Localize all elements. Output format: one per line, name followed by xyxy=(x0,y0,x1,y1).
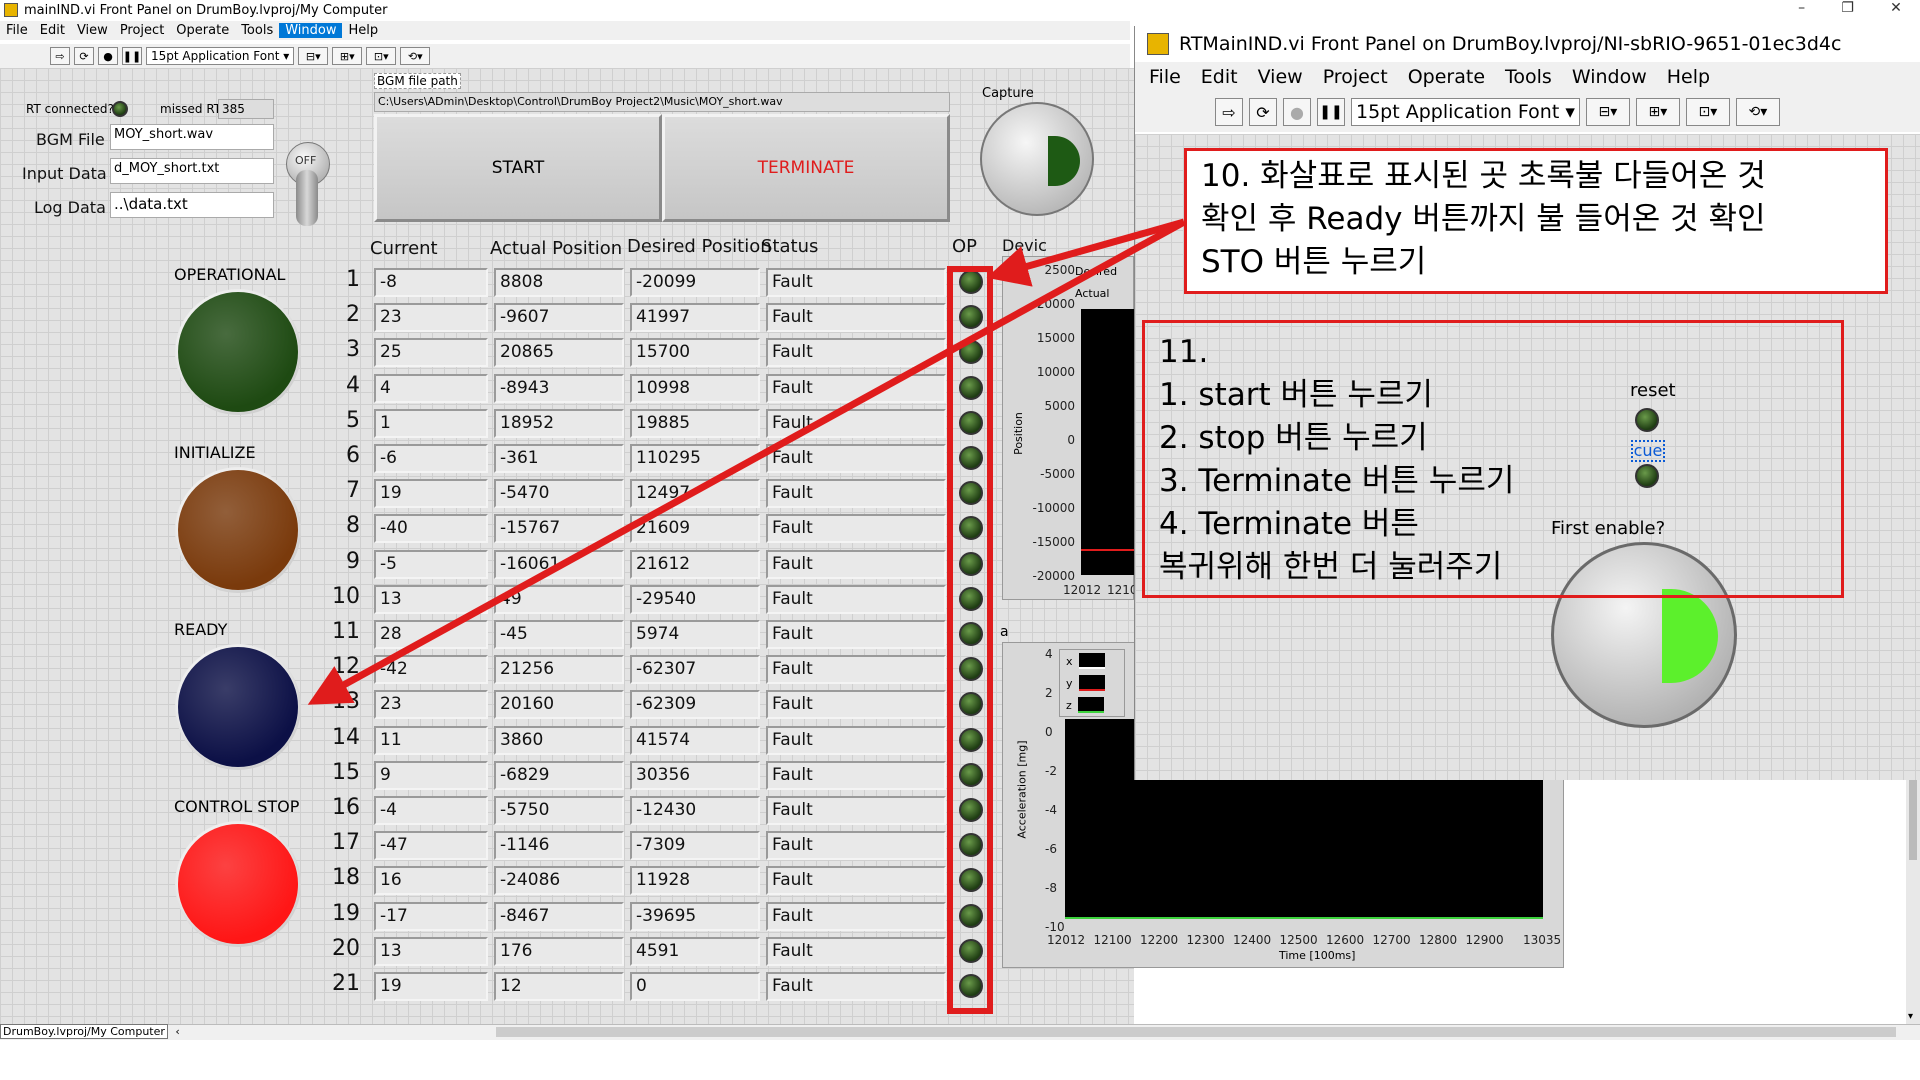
annotation-arrows xyxy=(307,218,1186,705)
arrow-to-ready-lamp xyxy=(307,218,1186,705)
arrow-to-op-column xyxy=(986,218,1185,287)
